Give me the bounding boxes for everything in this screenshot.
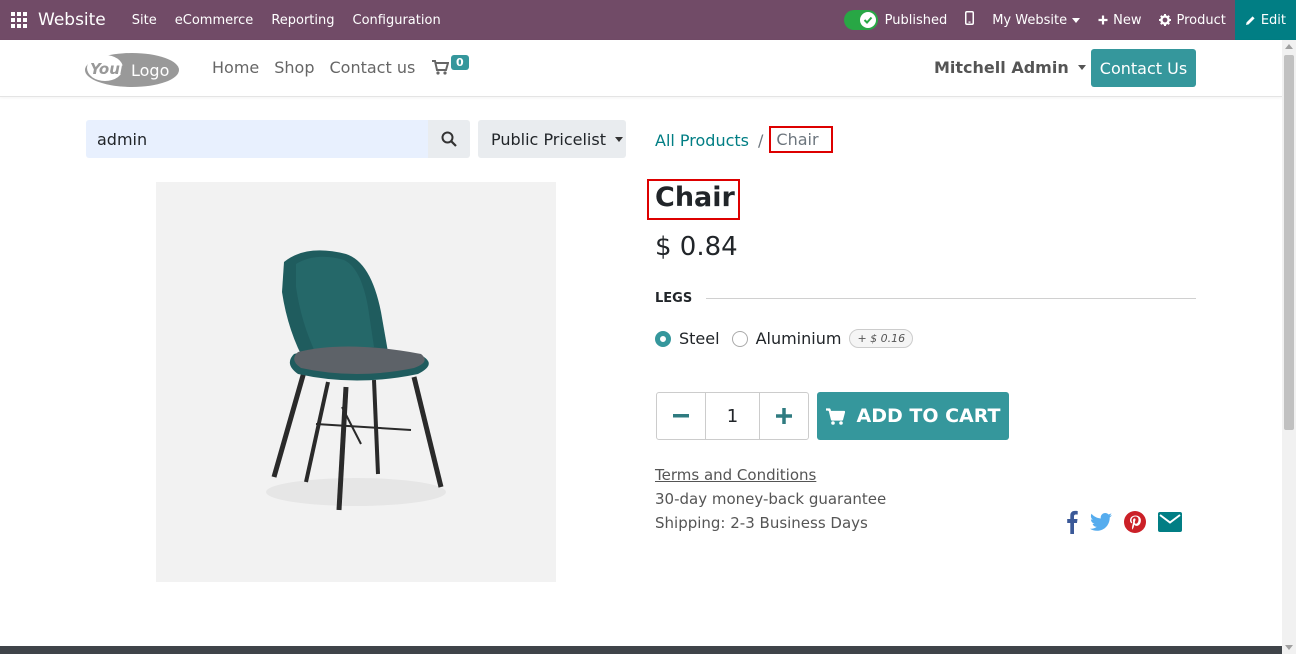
option-aluminium[interactable]: Aluminium [731,329,842,348]
pricelist-dropdown[interactable]: Public Pricelist [478,120,626,158]
legs-options: Steel Aluminium + $ 0.16 [655,329,914,348]
increase-quantity-button[interactable] [760,393,808,439]
toggle-check-icon [859,12,876,28]
product-title: Chair [655,182,735,213]
user-name: Mitchell Admin [934,58,1069,77]
plus-icon [776,408,792,424]
attribute-divider [706,298,1196,299]
search-button[interactable] [428,120,470,158]
terms-link[interactable]: Terms and Conditions [655,466,816,484]
nav-contact-us[interactable]: Contact us [330,58,416,77]
shipping-text: Shipping: 2-3 Business Days [655,514,868,532]
main-nav: Home Shop Contact us [212,58,430,77]
nav-shop[interactable]: Shop [274,58,314,77]
my-website-label: My Website [992,12,1068,28]
radio-aluminium[interactable] [731,330,748,347]
app-title[interactable]: Website [38,10,106,30]
breadcrumb-all-products[interactable]: All Products [655,131,749,150]
plus-icon [1098,15,1108,25]
radio-steel[interactable] [655,330,671,347]
cart-link[interactable]: 0 [432,54,469,75]
cart-count-badge: 0 [451,55,469,70]
search-input[interactable]: admin [86,120,428,158]
option-steel[interactable]: Steel [655,329,720,348]
scroll-down-arrow-icon[interactable] [1285,645,1293,650]
price-extra-badge: + $ 0.16 [849,329,914,348]
decrease-quantity-button[interactable] [657,393,705,439]
menu-reporting[interactable]: Reporting [271,13,334,28]
scroll-thumb[interactable] [1284,55,1294,430]
product-price: $ 0.84 [655,232,738,262]
menu-site[interactable]: Site [132,13,157,28]
envelope-icon[interactable] [1158,512,1182,532]
add-to-cart-label: ADD TO CART [856,405,1001,427]
mobile-icon [965,11,975,29]
edit-button[interactable]: Edit [1234,0,1296,40]
menu-ecommerce[interactable]: eCommerce [175,13,254,28]
cart-icon [432,60,449,75]
apps-icon[interactable] [0,0,38,40]
mobile-preview-button[interactable] [965,11,975,29]
product-search: admin [86,120,470,158]
new-button[interactable]: New [1098,13,1141,28]
quantity-input[interactable]: 1 [705,393,760,439]
minus-icon [673,414,689,418]
chevron-down-icon [614,136,623,142]
cart-icon [825,407,845,425]
pricelist-label: Public Pricelist [491,129,606,149]
svg-text:Your: Your [90,60,129,78]
my-website-dropdown[interactable]: My Website [992,12,1081,28]
svg-text:Logo: Logo [131,61,169,80]
add-to-cart-button[interactable]: ADD TO CART [817,392,1009,440]
quantity-stepper: 1 [656,392,809,440]
option-steel-label: Steel [679,329,720,348]
menu-configuration[interactable]: Configuration [353,13,441,28]
guarantee-text: 30-day money-back guarantee [655,490,887,508]
pinterest-icon[interactable] [1124,511,1146,533]
published-label: Published [884,12,948,28]
breadcrumb-current: Chair [769,126,833,153]
attribute-label: LEGS [655,291,693,306]
new-label: New [1113,12,1142,28]
option-aluminium-label: Aluminium [755,329,842,348]
twitter-icon[interactable] [1090,513,1112,531]
breadcrumb-separator: / [758,131,764,150]
chevron-down-icon [1077,65,1086,70]
search-icon [441,131,457,147]
admin-bar: Website Site eCommerce Reporting Configu… [0,0,1296,40]
pencil-icon [1245,15,1256,26]
contact-us-button[interactable]: Contact Us [1091,49,1196,87]
page-scrollbar[interactable] [1282,40,1296,654]
product-image [156,182,556,582]
footer-edge [0,646,1282,654]
site-logo[interactable]: Your Logo [85,52,180,88]
facebook-icon[interactable] [1066,510,1078,534]
social-share [1066,510,1194,534]
scroll-up-arrow-icon[interactable] [1285,44,1293,49]
edit-label: Edit [1260,12,1286,28]
site-navbar: Your Logo Home Shop Contact us 0 Mitchel… [0,40,1282,97]
nav-home[interactable]: Home [212,58,259,77]
user-menu[interactable]: Mitchell Admin [934,58,1086,77]
product-label: Product [1176,12,1226,28]
gear-icon [1159,14,1172,26]
breadcrumb: All Products / Chair [655,126,833,153]
chevron-down-icon [1072,17,1081,23]
published-toggle[interactable]: Published [843,10,948,30]
product-settings-button[interactable]: Product [1159,12,1226,28]
